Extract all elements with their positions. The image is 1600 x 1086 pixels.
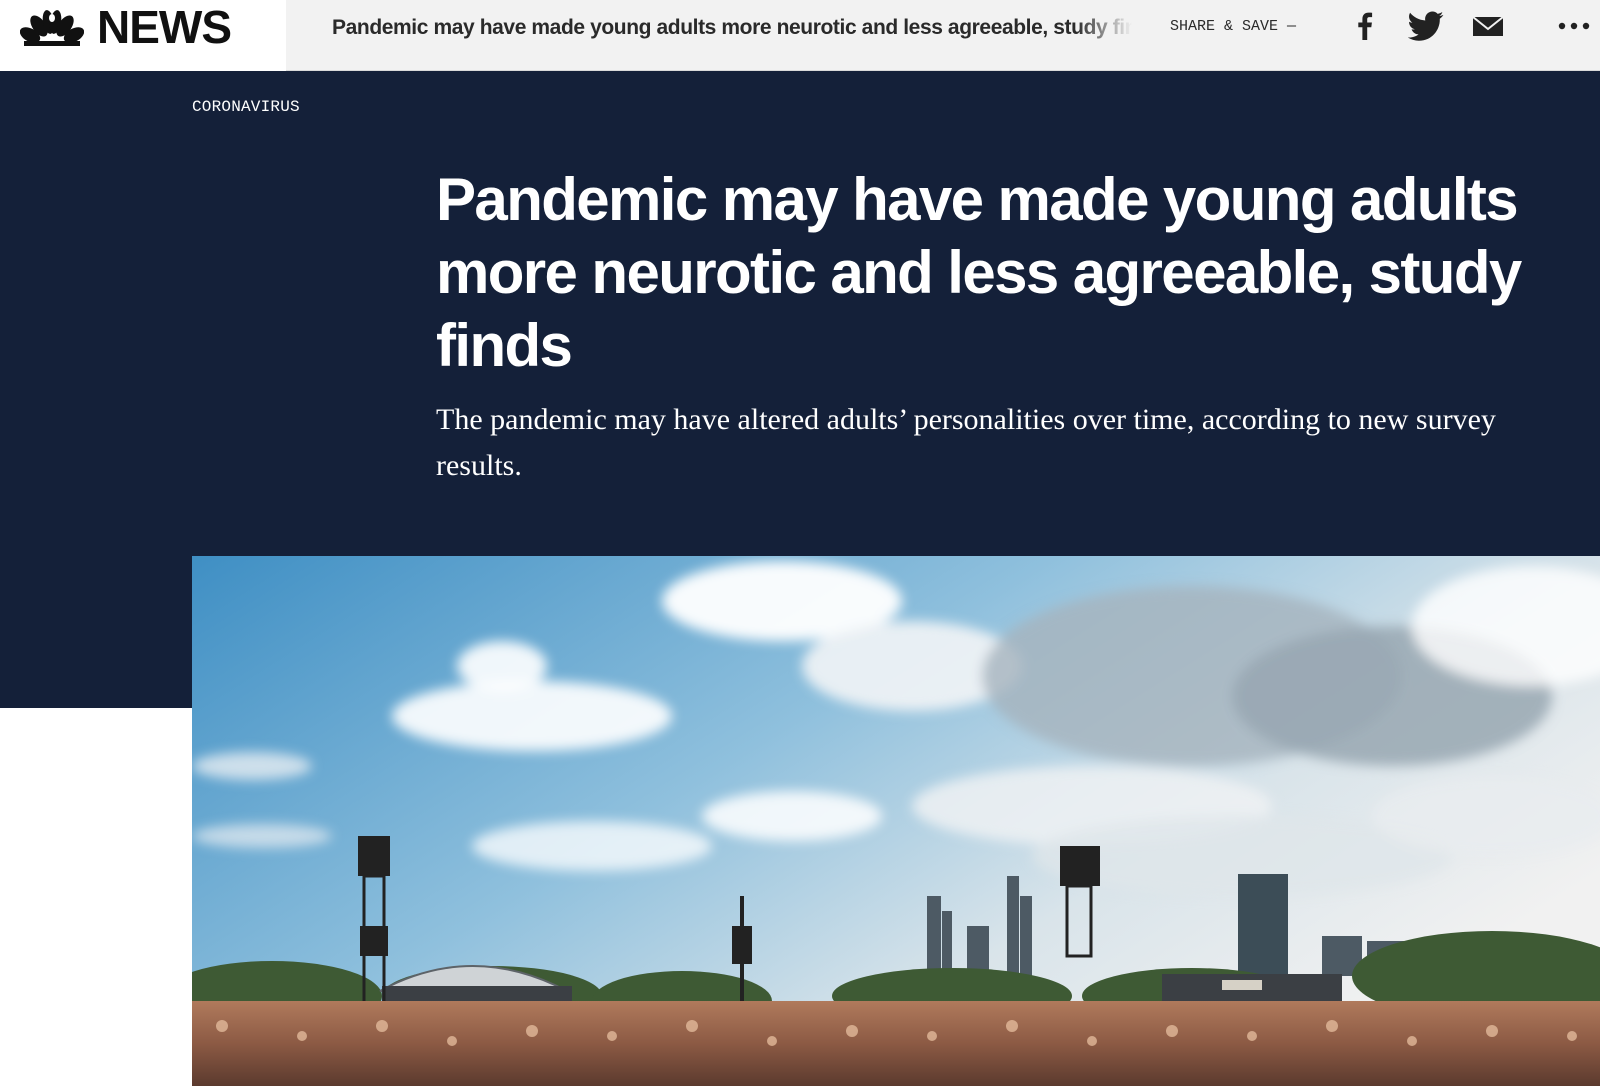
nbc-news-logo[interactable]: NEWS <box>0 0 286 71</box>
logo-wordmark: NEWS <box>97 1 232 53</box>
article-dek: The pandemic may have altered adults’ pe… <box>436 403 1496 482</box>
facebook-share-button[interactable] <box>1347 8 1383 44</box>
more-icon <box>1558 22 1590 30</box>
festival-crowd-photo <box>192 556 1600 1086</box>
twitter-icon <box>1407 11 1444 41</box>
facebook-icon <box>1358 12 1373 40</box>
more-options-button[interactable] <box>1556 8 1600 44</box>
lead-image <box>192 556 1600 1086</box>
twitter-share-button[interactable] <box>1407 8 1444 44</box>
peacock-icon <box>20 10 84 46</box>
section-eyebrow-link[interactable]: CORONAVIRUS <box>192 97 300 117</box>
sticky-header: NEWS Pandemic may have made young adults… <box>0 0 1600 71</box>
sticky-article-title: Pandemic may have made young adults more… <box>332 16 1132 39</box>
article-headline: Pandemic may have made young adults more… <box>436 166 1522 379</box>
email-share-button[interactable] <box>1470 8 1506 44</box>
crowd <box>192 1001 1600 1086</box>
mail-icon <box>1472 16 1504 36</box>
share-save-label: SHARE & SAVE — <box>1170 18 1297 35</box>
